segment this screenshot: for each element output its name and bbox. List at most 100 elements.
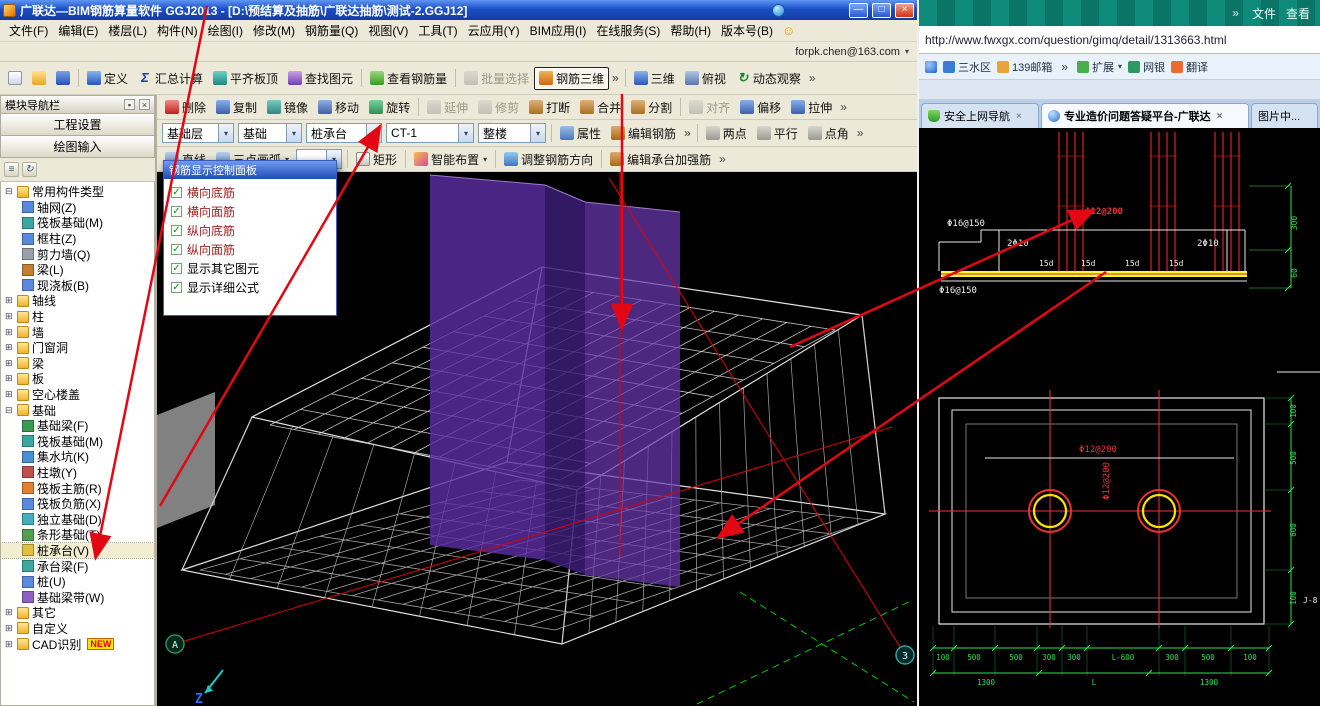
tree-item-sump-pit[interactable]: 集水坑(K) [1,449,154,465]
merge-button[interactable]: 合并 [575,96,626,119]
menu-floor[interactable]: 楼层(L) [103,20,152,41]
mirror-button[interactable]: 镜像 [262,96,313,119]
orbit-button[interactable]: ↻ 动态观察 [731,67,806,90]
summary-calc-button[interactable]: Σ 汇总计算 [133,67,208,90]
rebar-3d-button[interactable]: 钢筋三维 [534,66,610,90]
new-file-button[interactable] [3,68,27,88]
category-combo[interactable]: 基础 ▾ [238,123,302,143]
check-show-detail-formula[interactable]: ✓ 显示详细公式 [166,278,334,297]
title-assistant-icon[interactable] [772,3,785,17]
column-3d[interactable] [429,174,681,587]
tree-item-cast-slab[interactable]: 现浇板(B) [1,278,154,294]
tree-folder-foundation[interactable]: ⊟ 基础 [1,402,154,418]
stretch-button[interactable]: 拉伸 [786,96,837,119]
overflow-chevron-icon[interactable]: » [1229,6,1242,20]
menu-component[interactable]: 构件(N) [152,20,203,41]
check-transverse-top-rebar[interactable]: ✓ 横向面筋 [166,202,334,221]
align-button[interactable]: 对齐 [684,96,735,119]
title-bar[interactable]: 广联达—BIM钢筋算量软件 GGJ2013 - [D:\预结算及抽筋\广联达抽筋… [0,0,917,20]
restore-button[interactable]: □ [872,2,891,18]
panel-title-bar[interactable]: 钢筋显示控制面板 [164,161,336,179]
checkbox-checked-icon[interactable]: ✓ [171,225,182,236]
tree-folder-other[interactable]: ⊞ 其它 [1,605,154,621]
overflow-chevron-icon[interactable]: » [854,126,867,140]
tree-folder-slab[interactable]: ⊞ 板 [1,371,154,387]
refresh-icon[interactable]: ↻ [22,162,37,177]
section-project-settings[interactable]: 工程设置 [0,114,155,136]
tree-folder-axis[interactable]: ⊞ 轴线 [1,293,154,309]
bookmark-139-mail[interactable]: 139邮箱 [997,59,1052,75]
assistant-smiley-icon[interactable]: ☺ [782,23,795,38]
tab-qa-platform[interactable]: 专业造价问题答疑平台-广联达 × [1041,103,1249,128]
tree-folder-wall[interactable]: ⊞ 墙 [1,324,154,340]
tree-folder-hollow-floor[interactable]: ⊞ 空心楼盖 [1,387,154,403]
move-button[interactable]: 移动 [313,96,364,119]
offset-button[interactable]: 偏移 [735,96,786,119]
tree-item-foundation-beam-band[interactable]: 基础梁带(W) [1,589,154,605]
tree-item-frame-column[interactable]: 框柱(Z) [1,231,154,247]
checkbox-checked-icon[interactable]: ✓ [171,206,182,217]
parallel-button[interactable]: 平行 [752,122,803,145]
menu-cloud[interactable]: 云应用(Y) [463,20,525,41]
two-point-button[interactable]: 两点 [701,122,752,145]
section-drawing-input[interactable]: 绘图输入 [0,136,155,158]
menu-bim[interactable]: BIM应用(I) [525,20,592,41]
tree-item-column-pier[interactable]: 柱墩(Y) [1,465,154,481]
edit-cap-reinforce-button[interactable]: 编辑承台加强筋 [605,148,716,171]
tree-item-raft-foundation-2[interactable]: 筏板基础(M) [1,434,154,450]
tree-item-foundation-beam[interactable]: 基础梁(F) [1,418,154,434]
tree-item-pile-cap[interactable]: 桩承台(V) [1,541,154,560]
tree-item-cap-beam[interactable]: 承台梁(F) [1,558,154,574]
rebar-display-control-panel[interactable]: 钢筋显示控制面板 ✓ 横向底筋 ✓ 横向面筋 ✓ 纵向底筋 ✓ 纵向面筋 ✓ 显示其它图元… [163,160,337,316]
split-button[interactable]: 分割 [626,96,677,119]
menu-tools[interactable]: 工具(T) [413,20,462,41]
overflow-chevron-icon[interactable]: » [1058,60,1071,74]
overflow-chevron-icon[interactable]: » [806,71,819,85]
find-element-button[interactable]: 查找图元 [283,67,358,90]
address-bar[interactable]: http://www.fwxgx.com/question/gimq/detai… [919,26,1320,54]
browser-menu-view[interactable]: 查看 [1286,5,1310,22]
tree-item-shear-wall[interactable]: 剪力墙(Q) [1,246,154,262]
menu-view[interactable]: 视图(V) [363,20,413,41]
check-longitudinal-top-rebar[interactable]: ✓ 纵向面筋 [166,240,334,259]
scope-combo[interactable]: 整楼 ▾ [478,123,546,143]
overflow-chevron-icon[interactable]: » [681,126,694,140]
menu-rebar[interactable]: 钢筋量(Q) [300,20,363,41]
tree-item-raft-main-rebar[interactable]: 筏板主筋(R) [1,480,154,496]
tree-item-independent-foundation[interactable]: 独立基础(D) [1,511,154,527]
checkbox-checked-icon[interactable]: ✓ [171,263,182,274]
edit-rebar-button[interactable]: 编辑钢筋 [606,122,681,145]
menu-help[interactable]: 帮助(H) [665,20,716,41]
overflow-chevron-icon[interactable]: » [716,152,729,166]
break-button[interactable]: 打断 [524,96,575,119]
component-type-combo[interactable]: 桩承台 ▾ [306,123,382,143]
component-name-combo[interactable]: CT-1 ▾ [386,123,474,143]
menu-file[interactable]: 文件(F) [4,20,53,41]
menu-draw[interactable]: 绘图(I) [203,20,248,41]
floor-combo[interactable]: 基础层 ▾ [162,123,234,143]
tree-folder-column[interactable]: ⊞ 柱 [1,309,154,325]
menu-edit[interactable]: 编辑(E) [53,20,103,41]
adjust-rebar-direction-button[interactable]: 调整钢筋方向 [499,148,598,171]
trim-button[interactable]: 修剪 [473,96,524,119]
view-3d-button[interactable]: 三维 [629,67,680,90]
point-angle-button[interactable]: 点角 [803,122,854,145]
browser-menu-file[interactable]: 文件 [1252,5,1276,22]
checkbox-checked-icon[interactable]: ✓ [171,244,182,255]
tab-close-icon[interactable]: × [1215,111,1223,122]
delete-button[interactable]: 删除 [160,96,211,119]
tree-item-strip-foundation[interactable]: 条形基础(T) [1,527,154,543]
check-longitudinal-bottom-rebar[interactable]: ✓ 纵向底筋 [166,221,334,240]
tab-image[interactable]: 图片中... [1251,103,1318,128]
open-file-button[interactable] [27,68,51,88]
overflow-chevron-icon[interactable]: » [837,100,850,114]
tree-folder-beam[interactable]: ⊞ 梁 [1,356,154,372]
batch-select-button[interactable]: 批量选择 [459,67,534,90]
tree-folder-door-window[interactable]: ⊞ 门窗洞 [1,340,154,356]
close-icon[interactable]: × [139,99,150,110]
copy-button[interactable]: 复制 [211,96,262,119]
tree-item-beam[interactable]: 梁(L) [1,262,154,278]
checkbox-checked-icon[interactable]: ✓ [171,187,182,198]
define-button[interactable]: 定义 [82,67,133,90]
rectangle-button[interactable]: 矩形 [351,148,402,171]
